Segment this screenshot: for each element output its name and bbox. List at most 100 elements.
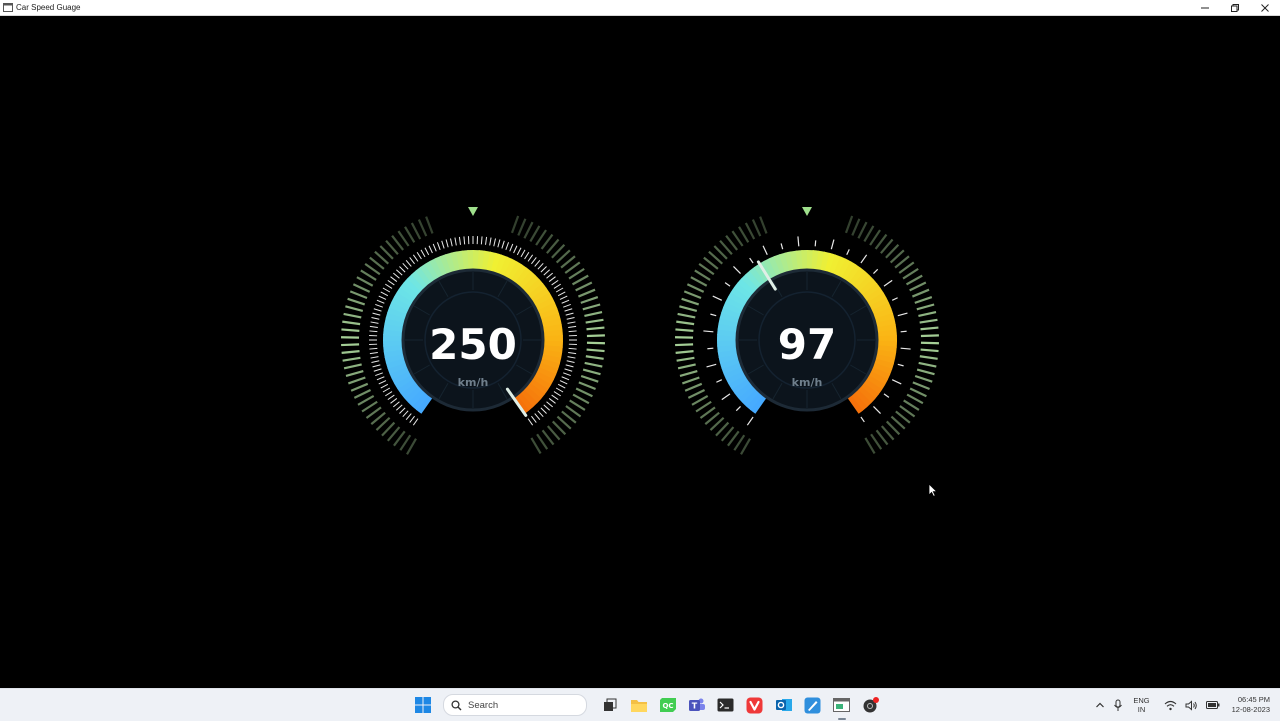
outer-ring-segment xyxy=(918,312,936,316)
outer-ring-segment xyxy=(348,299,365,305)
terminal-button[interactable] xyxy=(715,694,737,716)
outer-ring-segment xyxy=(530,226,539,242)
major-tick xyxy=(763,246,767,255)
search-icon xyxy=(451,700,462,711)
close-icon xyxy=(1260,3,1270,13)
minor-tick xyxy=(562,300,569,303)
minor-tick xyxy=(528,255,533,262)
vivaldi-icon xyxy=(746,697,763,714)
outlook-button[interactable] xyxy=(773,694,795,716)
battery-button[interactable] xyxy=(1206,700,1220,710)
davinci-button[interactable] xyxy=(860,694,882,716)
minor-tick xyxy=(560,296,567,299)
minor-tick xyxy=(459,237,460,245)
minor-tick xyxy=(567,317,575,319)
vivaldi-button[interactable] xyxy=(744,694,766,716)
start-button[interactable] xyxy=(412,694,434,716)
microphone-button[interactable] xyxy=(1113,699,1123,712)
outer-ring-segment xyxy=(876,235,887,249)
minor-tick xyxy=(538,263,543,269)
minor-tick xyxy=(725,283,730,286)
outer-ring-segment xyxy=(910,389,926,397)
minor-tick xyxy=(383,288,390,292)
whiteboard-button[interactable] xyxy=(802,694,824,716)
restore-button[interactable] xyxy=(1220,0,1250,15)
outer-ring-segment xyxy=(357,277,373,286)
major-tick xyxy=(733,266,740,273)
wifi-button[interactable] xyxy=(1164,700,1177,711)
outer-ring-segment xyxy=(392,236,403,250)
minor-tick xyxy=(373,313,381,315)
minimize-button[interactable] xyxy=(1190,0,1220,15)
outer-ring-segment xyxy=(353,284,369,292)
minor-tick xyxy=(884,394,889,397)
outer-ring-segment xyxy=(682,299,699,305)
minor-tick xyxy=(494,238,496,246)
outer-ring-segment xyxy=(912,290,929,297)
outer-ring-segment xyxy=(426,217,432,234)
outer-ring-segment xyxy=(910,283,926,291)
minor-tick xyxy=(710,314,716,316)
gauge-color-segment xyxy=(853,403,857,406)
minor-tick xyxy=(371,317,379,319)
minor-tick xyxy=(815,240,816,246)
outer-ring-segment xyxy=(679,306,696,311)
outer-ring-segment xyxy=(688,390,704,398)
outer-ring-segment xyxy=(536,230,546,245)
minor-tick xyxy=(396,270,402,275)
minor-tick xyxy=(549,398,555,403)
outer-ring-segment xyxy=(852,219,859,236)
system-tray: ENG IN 06:45 PM 12-08-2023 xyxy=(1091,689,1270,721)
minor-tick xyxy=(541,266,547,272)
file-explorer-button[interactable] xyxy=(628,694,650,716)
teams-button[interactable]: T xyxy=(686,694,708,716)
input-language-indicator[interactable]: ENG IN xyxy=(1133,696,1149,714)
qt-creator-button[interactable]: QC xyxy=(657,694,679,716)
major-tick xyxy=(798,236,799,246)
outer-ring-segment xyxy=(877,430,888,444)
minor-tick xyxy=(544,405,550,410)
close-button[interactable] xyxy=(1250,0,1280,15)
clock-time: 06:45 PM xyxy=(1232,695,1270,705)
show-hidden-icons-button[interactable] xyxy=(1095,701,1105,709)
folder-icon xyxy=(630,698,648,713)
major-tick xyxy=(713,296,722,300)
minor-tick xyxy=(490,238,491,246)
minor-tick xyxy=(498,240,500,248)
minor-tick xyxy=(374,309,382,311)
minor-tick xyxy=(455,238,456,246)
outer-ring-segment xyxy=(350,291,367,298)
major-tick xyxy=(861,255,867,263)
outlook-icon xyxy=(775,697,793,713)
search-placeholder: Search xyxy=(468,700,498,711)
outer-ring-segment xyxy=(695,270,710,279)
minor-tick xyxy=(541,408,547,414)
outer-ring-segment xyxy=(864,226,873,242)
outer-ring-segment xyxy=(699,264,714,274)
minor-tick xyxy=(892,298,897,301)
taskbar-search[interactable]: Search xyxy=(443,694,587,716)
outer-ring-segment xyxy=(358,396,374,405)
outer-ring-segment xyxy=(739,227,748,242)
minor-tick xyxy=(517,248,521,255)
outer-ring-segment xyxy=(746,223,754,239)
speed-gauge-app-button[interactable] xyxy=(831,694,853,716)
minor-tick xyxy=(390,398,396,403)
volume-button[interactable] xyxy=(1185,700,1198,711)
minor-tick xyxy=(410,257,415,263)
minor-tick xyxy=(375,304,383,307)
speed-value: 250 xyxy=(338,320,608,369)
outer-ring-segment xyxy=(531,438,540,453)
speed-unit: km/h xyxy=(672,376,942,389)
major-tick xyxy=(898,313,908,316)
svg-text:QC: QC xyxy=(662,702,673,710)
outer-ring-segment xyxy=(573,276,589,285)
teams-icon: T xyxy=(688,697,706,713)
outer-ring-segment xyxy=(732,231,742,246)
minor-tick xyxy=(446,240,448,248)
task-view-button[interactable] xyxy=(599,694,621,716)
minor-tick xyxy=(393,273,399,278)
minor-tick xyxy=(563,304,571,307)
outer-ring-segment xyxy=(398,231,408,246)
clock[interactable]: 06:45 PM 12-08-2023 xyxy=(1232,695,1270,715)
